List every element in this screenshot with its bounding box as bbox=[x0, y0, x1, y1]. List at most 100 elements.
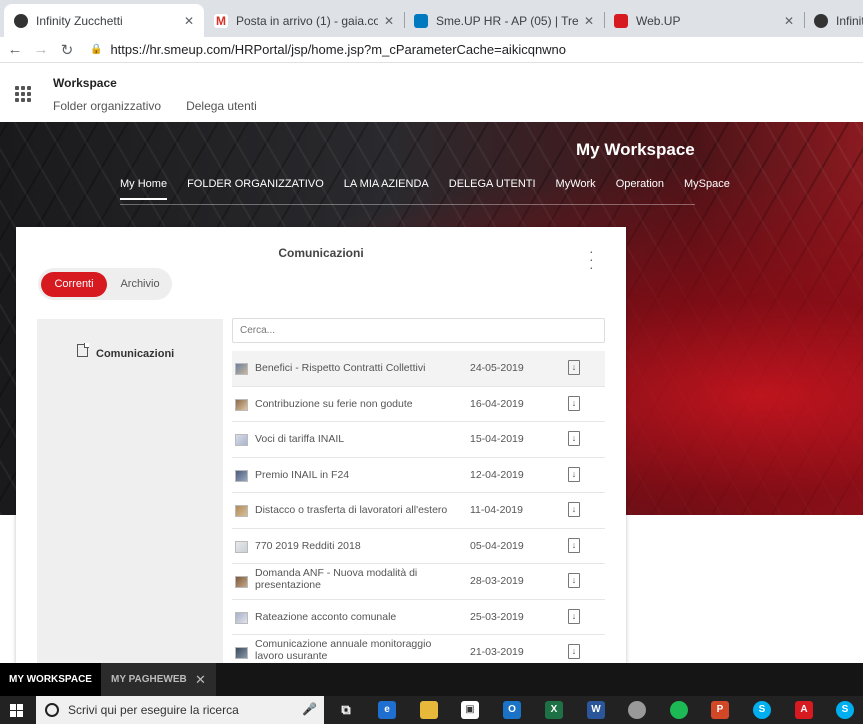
browser-tab-webup[interactable]: Web.UP ✕ bbox=[604, 4, 804, 37]
thumbnail-icon bbox=[235, 398, 248, 411]
download-icon[interactable]: ↓ bbox=[568, 395, 580, 411]
row-date: 12-04-2019 bbox=[470, 468, 524, 481]
powerpoint-icon[interactable]: P bbox=[711, 701, 729, 719]
browser-tab-title: Infinity Zucchetti bbox=[36, 13, 123, 28]
browser-tab-title: Web.UP bbox=[636, 13, 681, 28]
row-title: Contribuzione su ferie non godute bbox=[255, 397, 413, 410]
row-title: Premio INAIL in F24 bbox=[255, 468, 350, 481]
list-item[interactable]: Voci di tariffa INAIL 15-04-2019 ↓ bbox=[232, 422, 605, 458]
row-title: Benefici - Rispetto Contratti Collettivi bbox=[255, 362, 426, 374]
nav-operation[interactable]: Operation bbox=[616, 178, 664, 200]
header-links: Folder organizzativo Delega utenti bbox=[53, 99, 257, 113]
browser-tab-trello[interactable]: Sme.UP HR - AP (05) | Trello ✕ bbox=[404, 4, 604, 37]
communications-card: Comunicazioni · · · Correnti Archivio Comu… bbox=[16, 227, 626, 663]
skype-business-icon[interactable]: S bbox=[836, 701, 854, 719]
list-item[interactable]: Comunicazione annuale monitoraggio lavor… bbox=[232, 635, 605, 663]
browser-tab-infinity-2[interactable]: Infinity bbox=[804, 4, 863, 37]
download-icon[interactable]: ↓ bbox=[568, 466, 580, 482]
list-item[interactable]: Rateazione acconto comunale 25-03-2019 ↓ bbox=[232, 600, 605, 635]
url-field[interactable]: 🔒 https://hr.smeup.com/HRPortal/jsp/home… bbox=[90, 42, 566, 57]
browser-tab-title: Infinity bbox=[836, 13, 863, 28]
trello-favicon-icon bbox=[414, 13, 428, 28]
spotify-icon[interactable] bbox=[670, 701, 688, 719]
row-title: Domanda ANF - Nuova modalità di presenta… bbox=[255, 567, 418, 591]
microphone-icon[interactable]: 🎤 bbox=[302, 702, 317, 716]
nav-la-mia-azienda[interactable]: LA MIA AZIENDA bbox=[344, 178, 429, 200]
link-delega-utenti[interactable]: Delega utenti bbox=[186, 99, 257, 113]
list-item[interactable]: Premio INAIL in F24 12-04-2019 ↓ bbox=[232, 458, 605, 493]
download-icon[interactable]: ↓ bbox=[568, 608, 580, 624]
nav-mywork[interactable]: MyWork bbox=[556, 178, 596, 200]
close-icon[interactable]: ✕ bbox=[195, 663, 206, 696]
skype-icon[interactable]: S bbox=[753, 701, 771, 719]
thumbnail-icon bbox=[235, 434, 248, 446]
download-icon[interactable]: ↓ bbox=[568, 431, 580, 446]
row-date: 28-03-2019 bbox=[470, 575, 524, 587]
close-tab-icon[interactable]: ✕ bbox=[384, 14, 394, 28]
outlook-icon[interactable]: O bbox=[503, 701, 521, 719]
thumbnail-icon bbox=[235, 611, 248, 624]
nav-my-home[interactable]: My Home bbox=[120, 178, 168, 200]
row-date: 16-04-2019 bbox=[470, 397, 524, 410]
thumbnail-icon bbox=[235, 576, 248, 588]
thumbnail-icon bbox=[235, 505, 248, 517]
taskbar-search[interactable]: Scrivi qui per eseguire la ricerca 🎤 bbox=[36, 696, 324, 724]
thumbnail-icon bbox=[235, 647, 248, 659]
tab-my-pagheweb-label: MY PAGHEWEB bbox=[111, 674, 187, 685]
close-tab-icon[interactable]: ✕ bbox=[184, 14, 194, 28]
taskbar-search-placeholder: Scrivi qui per eseguire la ricerca bbox=[68, 703, 239, 717]
excel-icon[interactable]: X bbox=[545, 701, 563, 719]
more-options-icon[interactable]: · · · bbox=[589, 244, 594, 274]
sidebar-item-label: Comunicazioni bbox=[96, 348, 175, 360]
sidebar-item-comunicazioni[interactable]: Comunicazioni bbox=[77, 343, 175, 360]
row-title: Rateazione acconto comunale bbox=[255, 610, 397, 623]
thumbnail-icon bbox=[235, 540, 248, 553]
hero-title: My Workspace bbox=[576, 140, 695, 159]
file-explorer-icon[interactable] bbox=[420, 701, 438, 719]
word-icon[interactable]: W bbox=[587, 701, 605, 719]
download-icon[interactable]: ↓ bbox=[568, 573, 580, 588]
workspace-switch-bar: MY WORKSPACE MY PAGHEWEB ✕ bbox=[0, 663, 863, 696]
close-tab-icon[interactable]: ✕ bbox=[584, 14, 594, 28]
list-item[interactable]: Contribuzione su ferie non godute 16-04-… bbox=[232, 387, 605, 422]
app-icon[interactable] bbox=[628, 701, 646, 719]
browser-tab-infinity[interactable]: Infinity Zucchetti ✕ bbox=[4, 4, 204, 37]
browser-tab-gmail[interactable]: M Posta in arrivo (1) - gaia.columb ✕ bbox=[204, 4, 404, 37]
url-text: https://hr.smeup.com/HRPortal/jsp/home.j… bbox=[110, 42, 567, 57]
tab-my-pagheweb[interactable]: MY PAGHEWEB ✕ bbox=[101, 663, 216, 696]
edge-icon[interactable]: e bbox=[378, 701, 396, 719]
segment-correnti[interactable]: Correnti bbox=[41, 272, 107, 297]
app-grid-icon[interactable] bbox=[15, 86, 31, 102]
download-icon[interactable]: ↓ bbox=[568, 502, 580, 517]
forward-arrow-icon[interactable]: → bbox=[28, 41, 54, 58]
download-icon[interactable]: ↓ bbox=[568, 537, 580, 553]
acrobat-icon[interactable]: A bbox=[795, 701, 813, 719]
close-tab-icon[interactable]: ✕ bbox=[784, 14, 794, 28]
list-item[interactable]: Domanda ANF - Nuova modalità di presenta… bbox=[232, 564, 605, 600]
windows-start-icon[interactable] bbox=[10, 704, 23, 717]
download-icon[interactable]: ↓ bbox=[568, 360, 580, 375]
list-item[interactable]: Distacco o trasferta di lavoratori all'e… bbox=[232, 493, 605, 529]
app-header: Workspace Folder organizzativo Delega ut… bbox=[0, 64, 863, 122]
list-item[interactable]: 770 2019 Redditi 2018 05-04-2019 ↓ bbox=[232, 529, 605, 564]
download-icon[interactable]: ↓ bbox=[568, 644, 580, 659]
row-date: 21-03-2019 bbox=[470, 646, 524, 658]
lock-icon: 🔒 bbox=[90, 44, 103, 55]
store-icon[interactable]: ▣ bbox=[461, 701, 479, 719]
link-folder-organizzativo[interactable]: Folder organizzativo bbox=[53, 99, 161, 113]
search-input[interactable] bbox=[232, 318, 605, 343]
reload-icon[interactable]: ↻ bbox=[54, 41, 80, 59]
nav-delega-utenti[interactable]: DELEGA UTENTI bbox=[449, 178, 536, 200]
infinity-favicon-icon bbox=[814, 13, 828, 28]
tab-my-workspace[interactable]: MY WORKSPACE bbox=[0, 663, 101, 696]
back-arrow-icon[interactable]: ← bbox=[2, 41, 28, 58]
list-item[interactable]: Benefici - Rispetto Contratti Collettivi… bbox=[232, 351, 605, 387]
segment-archivio[interactable]: Archivio bbox=[112, 272, 168, 297]
task-view-icon[interactable]: ⧉ bbox=[337, 701, 355, 719]
segmented-control: Correnti Archivio bbox=[38, 268, 172, 300]
row-date: 15-04-2019 bbox=[470, 433, 524, 445]
thumbnail-icon bbox=[235, 363, 248, 375]
nav-folder-organizzativo[interactable]: FOLDER ORGANIZZATIVO bbox=[187, 178, 324, 200]
row-date: 25-03-2019 bbox=[470, 610, 524, 623]
nav-myspace[interactable]: MySpace bbox=[684, 178, 730, 200]
